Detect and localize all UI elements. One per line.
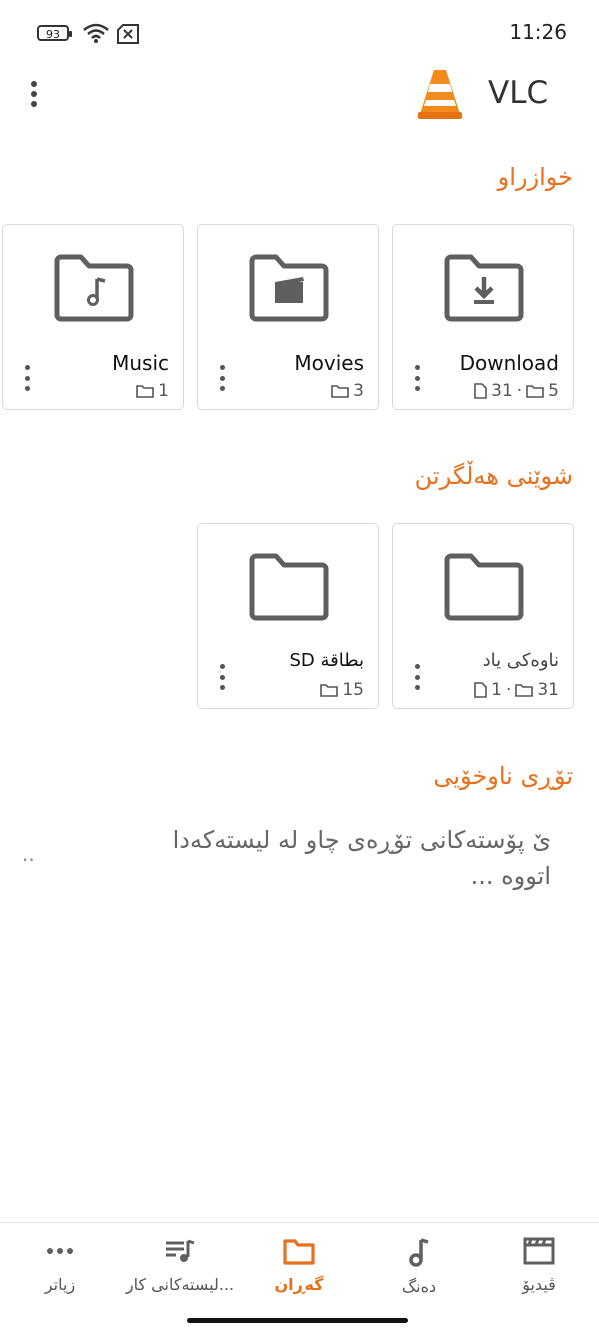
folder-name: Movies — [294, 351, 364, 375]
folder-small-icon — [515, 684, 534, 697]
folder-icon — [283, 1239, 315, 1265]
more-icon — [47, 1248, 73, 1254]
folder-icon — [444, 553, 524, 621]
app-title: VLC — [488, 75, 549, 111]
battery-icon: 93 — [37, 25, 72, 41]
card-menu-button[interactable] — [220, 664, 225, 690]
folder-name: Music — [112, 351, 169, 375]
status-time: 11:26 — [509, 20, 567, 44]
folder-small-icon — [136, 385, 154, 398]
nav-more[interactable]: زیاتر — [0, 1237, 120, 1294]
music-note-icon — [409, 1238, 429, 1267]
file-icon — [474, 682, 487, 698]
folder-meta: 1 — [136, 381, 169, 401]
folder-small-icon — [331, 385, 349, 398]
folder-meta: 31 · 5 — [474, 381, 559, 401]
storage-card-sd[interactable]: بطاقة SD 15 — [197, 523, 379, 709]
card-menu-button[interactable] — [415, 365, 420, 391]
no-sim-icon — [117, 24, 139, 44]
folder-meta: 1 · 31 — [474, 680, 559, 700]
download-folder-icon — [444, 254, 524, 322]
card-menu-button[interactable] — [220, 365, 225, 391]
folder-meta: 3 — [331, 381, 364, 401]
vlc-logo-icon — [418, 70, 462, 119]
video-icon — [523, 1237, 555, 1265]
file-icon — [474, 383, 487, 399]
folder-name: بطاقة SD — [289, 650, 364, 671]
nav-audio[interactable]: دەنگ — [359, 1237, 479, 1296]
folder-small-icon — [320, 684, 339, 697]
nav-video[interactable]: ڤیدیۆ — [479, 1237, 599, 1294]
folder-name: Download — [459, 351, 559, 375]
folder-small-icon — [526, 385, 544, 398]
favorite-card-download[interactable]: Download 31 · 5 — [392, 224, 574, 410]
card-menu-button[interactable] — [415, 664, 420, 690]
section-title-storage: شوێنی هەڵگرتن — [414, 462, 573, 490]
network-empty-message: ێ پۆستەکانی تۆڕەی چاو لە لیستەکەدا اتووە… — [172, 826, 551, 890]
nav-browse[interactable]: گەڕان — [239, 1237, 359, 1294]
folder-name: ناوەکی یاد — [482, 650, 559, 671]
folder-meta: 15 — [320, 680, 364, 700]
favorite-card-music[interactable]: Music 1 — [2, 224, 184, 410]
wifi-icon — [83, 23, 109, 43]
section-title-network: تۆڕی ناوخۆیی — [433, 762, 573, 790]
section-title-favorites: خوازراو — [497, 163, 573, 191]
movies-folder-icon — [249, 254, 329, 322]
card-menu-button[interactable] — [25, 365, 30, 391]
favorite-card-movies[interactable]: Movies 3 — [197, 224, 379, 410]
overflow-menu-button[interactable] — [31, 81, 37, 107]
folder-icon — [249, 553, 329, 621]
storage-card-internal[interactable]: ناوەکی یاد 1 · 31 — [392, 523, 574, 709]
nav-playlists[interactable]: لیستەکانی کار... — [120, 1237, 240, 1294]
home-indicator — [187, 1318, 408, 1323]
playlist-icon — [166, 1239, 195, 1262]
music-folder-icon — [54, 254, 134, 322]
network-more-indicator: .. — [22, 842, 35, 866]
